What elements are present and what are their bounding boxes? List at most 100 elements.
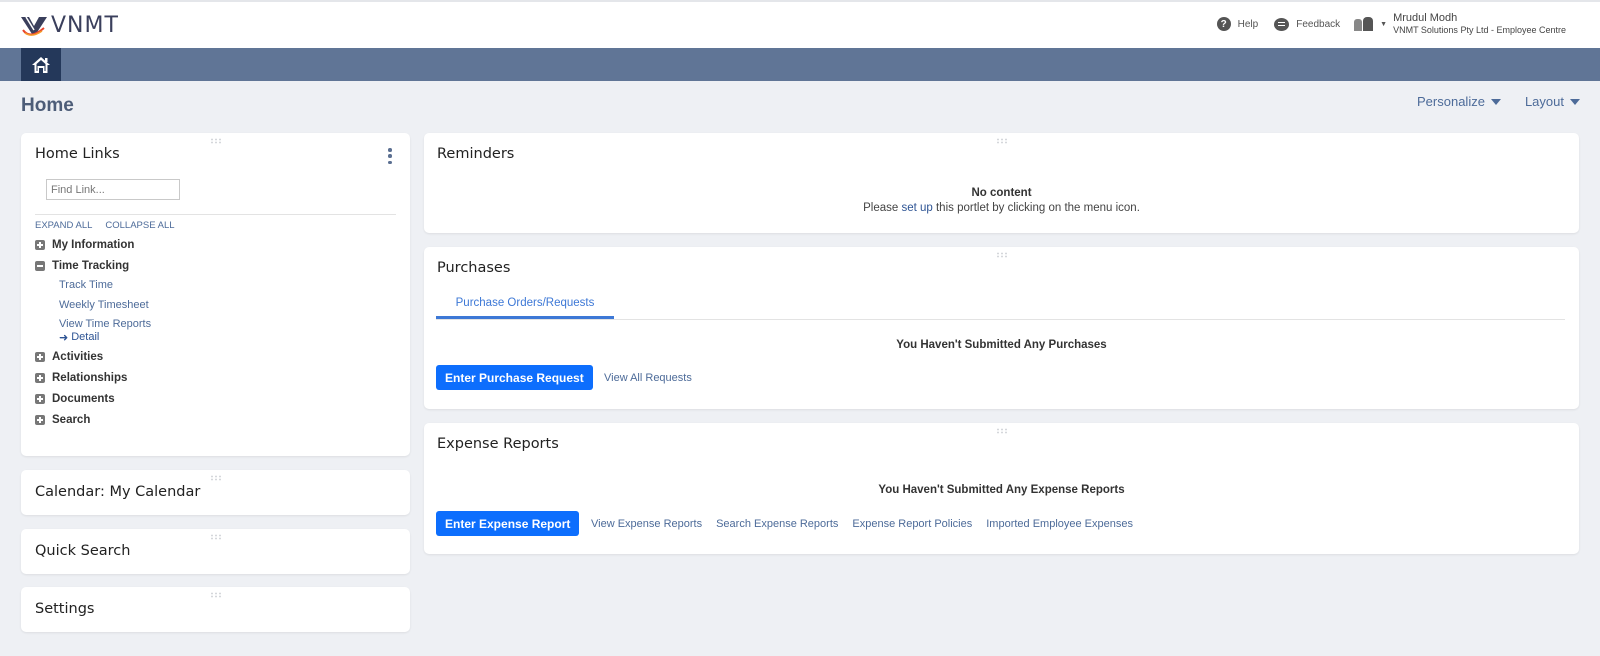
logo-text: VNMT <box>51 13 119 38</box>
link-weekly-timesheet[interactable]: Weekly Timesheet <box>59 296 151 316</box>
tree-node-activities[interactable]: Activities <box>35 347 151 368</box>
collapse-all-link[interactable]: COLLAPSE ALL <box>105 220 174 231</box>
expense-reports-portlet: Expense Reports You Haven't Submitted An… <box>424 423 1579 554</box>
portlet-title: Reminders <box>437 146 515 162</box>
arrow-right-icon: ➜ <box>59 331 69 344</box>
tree-node-relationships[interactable]: Relationships <box>35 368 151 389</box>
tree-node-label: Time Tracking <box>52 259 130 272</box>
user-menu[interactable]: ▼ Mrudul Modh VNMT Solutions Pty Ltd - E… <box>1354 12 1566 36</box>
collapse-icon[interactable] <box>35 260 45 271</box>
setup-msg-prefix: Please <box>863 202 902 214</box>
drag-handle[interactable] <box>209 475 222 481</box>
drag-handle[interactable] <box>209 592 222 598</box>
no-content-text: No content <box>971 187 1032 199</box>
reminders-portlet: Reminders No content Please set up this … <box>424 133 1579 233</box>
links-tree: My Information Time Tracking Track Time … <box>35 234 151 431</box>
expand-icon[interactable] <box>35 394 45 404</box>
help-icon: ? <box>1216 17 1231 31</box>
header-actions: ? Help Feedback ▼ Mrudul Modh VNMT Solut… <box>1201 12 1566 36</box>
tree-node-label: My Information <box>52 238 135 251</box>
purchases-links: View All Requests <box>604 372 692 384</box>
home-icon <box>32 56 50 73</box>
drag-handle[interactable] <box>995 252 1008 258</box>
view-expense-reports-link[interactable]: View Expense Reports <box>591 518 702 530</box>
enter-expense-report-button[interactable]: Enter Expense Report <box>436 511 580 536</box>
tree-node-label: Documents <box>52 393 115 405</box>
find-link-input[interactable] <box>46 179 180 200</box>
feedback-link[interactable]: Feedback <box>1274 17 1341 31</box>
setup-msg-suffix: this portlet by clicking on the menu ico… <box>932 202 1140 214</box>
enter-purchase-request-button[interactable]: Enter Purchase Request <box>436 365 593 390</box>
caret-down-icon <box>1570 98 1580 105</box>
portlet-title: Settings <box>35 601 95 617</box>
home-links-portlet: Home Links EXPAND ALL COLLAPSE ALL My In… <box>21 133 410 456</box>
layout-menu[interactable]: Layout <box>1525 94 1580 109</box>
expand-collapse-controls: EXPAND ALL COLLAPSE ALL <box>35 220 175 231</box>
portlet-title: Calendar: My Calendar <box>35 484 201 500</box>
expand-icon[interactable] <box>35 415 45 425</box>
portlet-title: Purchases <box>437 260 511 276</box>
expand-icon[interactable] <box>35 239 45 250</box>
drag-handle[interactable] <box>995 428 1008 434</box>
caret-down-icon <box>1490 98 1501 105</box>
logo-mark-icon <box>21 16 47 36</box>
calendar-portlet: Calendar: My Calendar <box>21 470 410 515</box>
page-title: Home <box>21 95 74 116</box>
user-info: Mrudul Modh VNMT Solutions Pty Ltd - Emp… <box>1393 12 1566 36</box>
no-content-heading: No content <box>424 187 1579 199</box>
layout-label: Layout <box>1524 94 1564 109</box>
caret-down-icon: ▼ <box>1380 20 1388 28</box>
tree-node-label: Activities <box>52 351 104 363</box>
nav-bar <box>0 48 1600 81</box>
help-link[interactable]: ? Help <box>1216 17 1259 31</box>
tree-node-label: Search <box>52 414 91 426</box>
expense-links: View Expense Reports Search Expense Repo… <box>591 518 1133 530</box>
settings-portlet: Settings <box>21 587 410 632</box>
empty-text: You Haven't Submitted Any Purchases <box>896 339 1107 351</box>
expense-report-policies-link[interactable]: Expense Report Policies <box>852 518 972 530</box>
set-up-link[interactable]: set up <box>901 202 932 214</box>
expand-all-link[interactable]: EXPAND ALL <box>35 220 92 231</box>
tree-node-label: Relationships <box>52 372 128 384</box>
tree-node-time-tracking[interactable]: Time Tracking <box>35 255 151 276</box>
tree-node-search[interactable]: Search <box>35 410 151 431</box>
expand-icon[interactable] <box>35 373 45 383</box>
top-header: VNMT ? Help Feedback ▼ Mrudul Modh VNMT … <box>0 0 1600 48</box>
purchases-empty-message: You Haven't Submitted Any Purchases <box>424 339 1579 351</box>
drag-handle[interactable] <box>209 138 222 144</box>
feedback-label: Feedback <box>1296 18 1341 30</box>
portlet-title: Quick Search <box>35 543 131 559</box>
drag-handle[interactable] <box>209 534 222 540</box>
expand-icon[interactable] <box>35 352 45 362</box>
user-name: Mrudul Modh <box>1393 12 1458 24</box>
empty-text: You Haven't Submitted Any Expense Report… <box>878 484 1125 496</box>
setup-message: Please set up this portlet by clicking o… <box>424 202 1579 214</box>
drag-handle[interactable] <box>995 138 1008 144</box>
purchases-portlet: Purchases Purchase Orders/Requests You H… <box>424 247 1579 409</box>
search-expense-reports-link[interactable]: Search Expense Reports <box>716 518 838 530</box>
chat-bubble-icon <box>1274 17 1290 31</box>
personalize-menu[interactable]: Personalize <box>1417 94 1501 109</box>
help-label: Help <box>1237 18 1259 30</box>
expenses-empty-message: You Haven't Submitted Any Expense Report… <box>424 484 1579 496</box>
view-all-requests-link[interactable]: View All Requests <box>604 372 692 384</box>
tab-divider <box>436 319 1565 320</box>
portlet-title: Expense Reports <box>437 436 559 452</box>
home-button[interactable] <box>21 48 61 81</box>
tab-purchase-orders-requests[interactable]: Purchase Orders/Requests <box>436 289 614 319</box>
user-organization: VNMT Solutions Pty Ltd - Employee Centre <box>1393 25 1566 35</box>
quick-search-portlet: Quick Search <box>21 529 410 574</box>
divider <box>35 214 396 215</box>
tree-node-documents[interactable]: Documents <box>35 389 151 410</box>
logo[interactable]: VNMT <box>20 13 119 38</box>
portlet-title: Home Links <box>35 146 120 162</box>
detail-label: Detail <box>71 331 100 343</box>
page-actions: Personalize Layout <box>1417 94 1580 109</box>
tree-node-my-information[interactable]: My Information <box>35 234 151 255</box>
kebab-menu-icon[interactable] <box>387 148 393 164</box>
personalize-label: Personalize <box>1417 94 1485 109</box>
time-tracking-children: Track Time Weekly Timesheet View Time Re… <box>35 276 151 344</box>
people-icon <box>1354 17 1374 31</box>
link-track-time[interactable]: Track Time <box>59 276 151 296</box>
imported-employee-expenses-link[interactable]: Imported Employee Expenses <box>986 518 1133 530</box>
